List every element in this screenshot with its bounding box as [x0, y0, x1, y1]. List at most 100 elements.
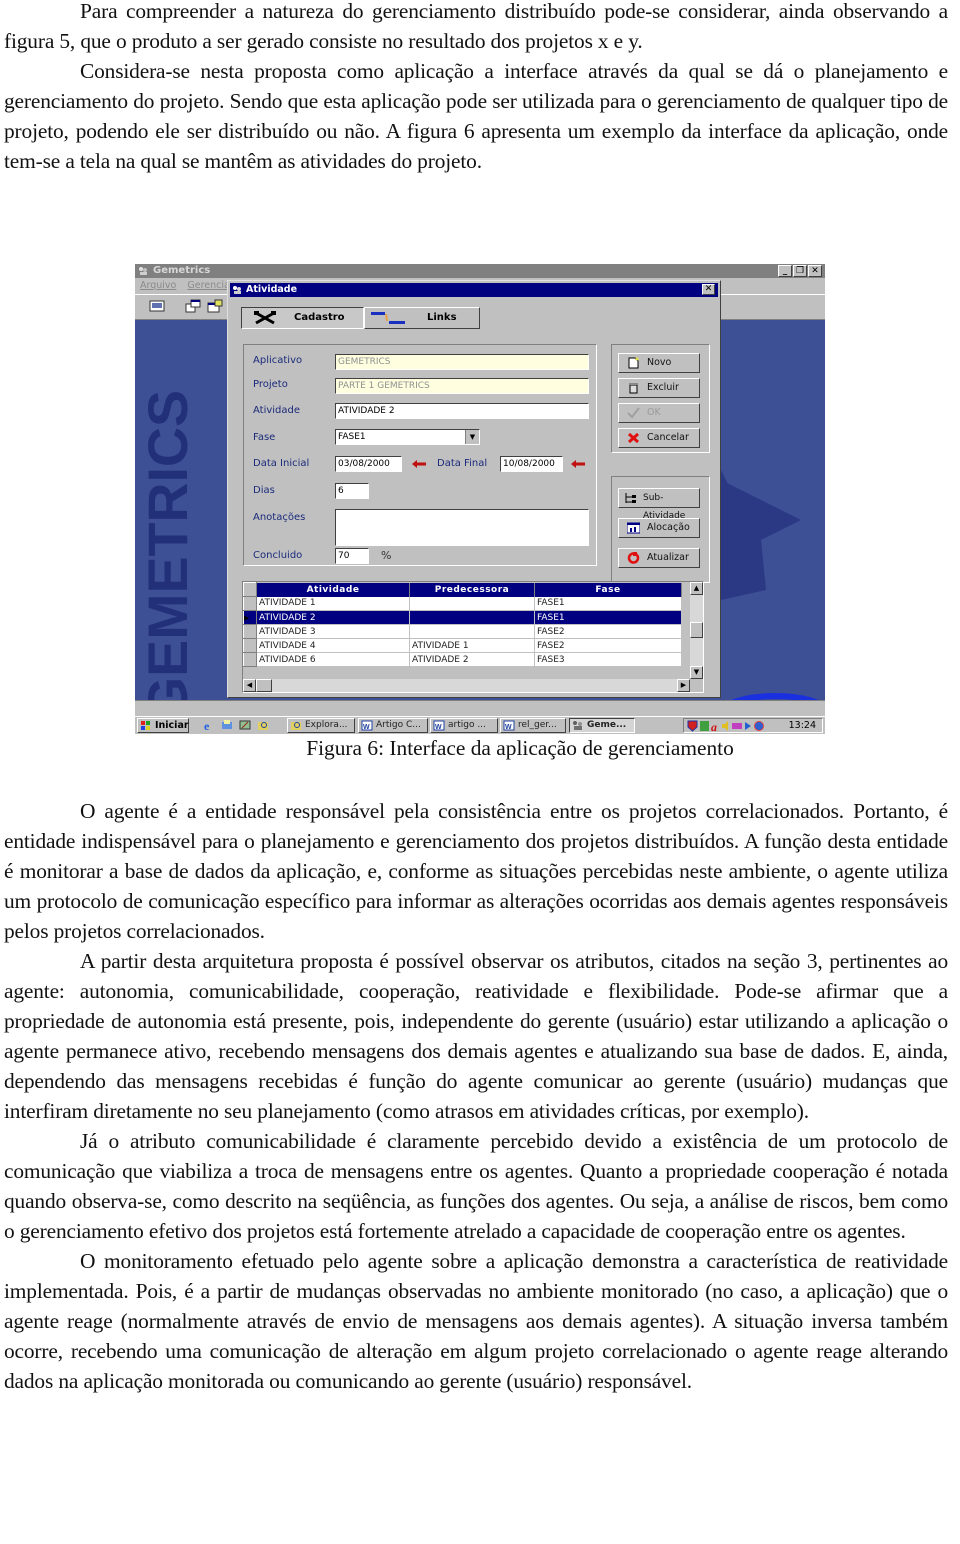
- horizontal-scrollbar[interactable]: ◀ ▶: [243, 679, 690, 692]
- atividade-dialog: Atividade ✕ Cadastro Links Aplicativo GE…: [227, 280, 721, 698]
- date-picker-arrow-icon[interactable]: [412, 460, 426, 468]
- svg-text:a: a: [711, 720, 717, 732]
- app-icon: [139, 267, 147, 275]
- concluido-field[interactable]: 70: [335, 548, 369, 564]
- cell-atividade[interactable]: ATIVIDADE 2: [256, 610, 410, 625]
- cell-fase[interactable]: FASE1: [534, 596, 682, 611]
- cell-predecessora[interactable]: [409, 610, 535, 625]
- tab-links[interactable]: Links: [364, 307, 480, 329]
- toolbar-window2-icon[interactable]: [207, 299, 223, 313]
- dialog-titlebar: Atividade ✕: [230, 283, 718, 297]
- gemetrics-logo: GEMETRICS: [147, 390, 197, 720]
- cell-fase[interactable]: FASE2: [534, 624, 682, 639]
- label-anotacoes: Anotações: [253, 512, 306, 523]
- task-explorer[interactable]: Explora...: [287, 718, 355, 733]
- aplicativo-field[interactable]: GEMETRICS: [335, 354, 589, 370]
- action-buttons-panel: Novo Excluir OK Cancelar: [611, 344, 710, 453]
- cell-fase[interactable]: FASE3: [534, 652, 682, 667]
- paragraph: O agente é a entidade responsável pela c…: [4, 799, 948, 943]
- atualizar-button[interactable]: Atualizar: [618, 548, 700, 568]
- body-section: O agente é a entidade responsável pela c…: [0, 796, 952, 1396]
- start-button[interactable]: Iniciar: [137, 718, 189, 733]
- desktop-icon[interactable]: [239, 719, 251, 731]
- label-fase: Fase: [253, 432, 276, 443]
- row-indicator-header: [243, 582, 257, 597]
- scroll-up-icon[interactable]: ▲: [690, 582, 703, 595]
- links-icon: [371, 312, 405, 324]
- data-final-field[interactable]: 10/08/2000: [500, 456, 563, 472]
- label-aplicativo: Aplicativo: [253, 355, 303, 366]
- tab-cadastro[interactable]: Cadastro: [241, 307, 364, 329]
- cell-predecessora[interactable]: ATIVIDADE 2: [409, 652, 535, 667]
- excluir-button[interactable]: Excluir: [618, 378, 700, 398]
- toolbar-print-icon[interactable]: [149, 299, 165, 313]
- projeto-field[interactable]: PARTE 1 GEMETRICS: [335, 378, 589, 394]
- cell-predecessora[interactable]: [409, 624, 535, 639]
- svg-text:W: W: [505, 724, 512, 731]
- internet-explorer-icon[interactable]: e: [203, 719, 215, 731]
- refresh-icon: [627, 552, 640, 564]
- cancelar-button[interactable]: Cancelar: [618, 428, 700, 448]
- column-header-atividade[interactable]: Atividade: [256, 582, 410, 597]
- current-row-indicator-icon[interactable]: ▶: [243, 610, 257, 625]
- cell-predecessora[interactable]: [409, 596, 535, 611]
- chevron-down-icon[interactable]: ▼: [465, 430, 479, 444]
- fase-select[interactable]: FASE1 ▼: [335, 429, 480, 445]
- cell-atividade[interactable]: ATIVIDADE 1: [256, 596, 410, 611]
- cell-predecessora[interactable]: ATIVIDADE 1: [409, 638, 535, 653]
- ok-button[interactable]: OK: [618, 403, 700, 423]
- label-atividade: Atividade: [253, 405, 301, 416]
- cell-atividade[interactable]: ATIVIDADE 3: [256, 624, 410, 639]
- menu-arquivo[interactable]: Arquivo: [140, 280, 176, 291]
- cell-fase[interactable]: FASE2: [534, 638, 682, 653]
- dialog-close-button[interactable]: ✕: [702, 284, 715, 295]
- paragraph: Já o atributo comunicabilidade é clarame…: [4, 1129, 948, 1243]
- svg-text:W: W: [363, 724, 370, 731]
- column-header-predecessora[interactable]: Predecessora: [409, 582, 535, 597]
- scroll-right-icon[interactable]: ▶: [677, 679, 690, 692]
- word-document-icon: W: [361, 720, 373, 731]
- table-row[interactable]: ATIVIDADE 6 ATIVIDADE 2 FASE3: [243, 652, 682, 667]
- windows-taskbar: Iniciar e Explora... W Artigo C... W art…: [135, 716, 825, 734]
- row-selector[interactable]: [243, 624, 257, 639]
- atividade-field[interactable]: ATIVIDADE 2: [335, 403, 589, 419]
- table-row[interactable]: ATIVIDADE 1 FASE1: [243, 596, 682, 611]
- restore-button[interactable]: ❐: [793, 265, 807, 277]
- scroll-down-icon[interactable]: ▼: [690, 666, 703, 679]
- task-gemetrics[interactable]: Geme...: [569, 718, 635, 733]
- explorer-icon[interactable]: [257, 719, 269, 731]
- vertical-scrollbar[interactable]: ▲ ▼: [690, 582, 703, 679]
- dialog-icon: [233, 286, 241, 294]
- hscroll-thumb[interactable]: [256, 679, 272, 692]
- dias-field[interactable]: 6: [335, 483, 369, 499]
- close-button[interactable]: ✕: [808, 265, 822, 277]
- date-picker-arrow-icon[interactable]: [571, 460, 585, 468]
- minimize-button[interactable]: _: [778, 265, 792, 277]
- row-selector[interactable]: [243, 652, 257, 667]
- scroll-thumb[interactable]: [690, 622, 703, 638]
- toolbar-window-icon[interactable]: [185, 299, 201, 313]
- task-word-artigo[interactable]: W artigo ...: [430, 718, 498, 733]
- row-selector[interactable]: [243, 596, 257, 611]
- alocacao-button[interactable]: Alocação: [618, 518, 700, 538]
- label-dias: Dias: [253, 485, 275, 496]
- status-bar: [135, 700, 825, 717]
- data-inicial-field[interactable]: 03/08/2000: [335, 456, 402, 472]
- task-word-artigo-c[interactable]: W Artigo C...: [358, 718, 428, 733]
- table-row[interactable]: ATIVIDADE 4 ATIVIDADE 1 FASE2: [243, 638, 682, 653]
- anotacoes-textarea[interactable]: [335, 509, 589, 546]
- task-word-rel-ger[interactable]: W rel_ger...: [500, 718, 566, 733]
- outlook-icon[interactable]: [221, 719, 233, 731]
- table-row[interactable]: ▶ ATIVIDADE 2 FASE1: [243, 610, 682, 625]
- grid-header-row: Atividade Predecessora Fase: [243, 582, 682, 597]
- clock: 13:24: [788, 720, 816, 731]
- column-header-fase[interactable]: Fase: [534, 582, 682, 597]
- sub-atividade-button[interactable]: Sub-Atividade: [618, 488, 700, 521]
- novo-button[interactable]: Novo: [618, 353, 700, 373]
- table-row[interactable]: ATIVIDADE 3 FASE2: [243, 624, 682, 639]
- cell-atividade[interactable]: ATIVIDADE 6: [256, 652, 410, 667]
- scroll-left-icon[interactable]: ◀: [243, 679, 256, 692]
- row-selector[interactable]: [243, 638, 257, 653]
- cell-fase[interactable]: FASE1: [534, 610, 682, 625]
- cell-atividade[interactable]: ATIVIDADE 4: [256, 638, 410, 653]
